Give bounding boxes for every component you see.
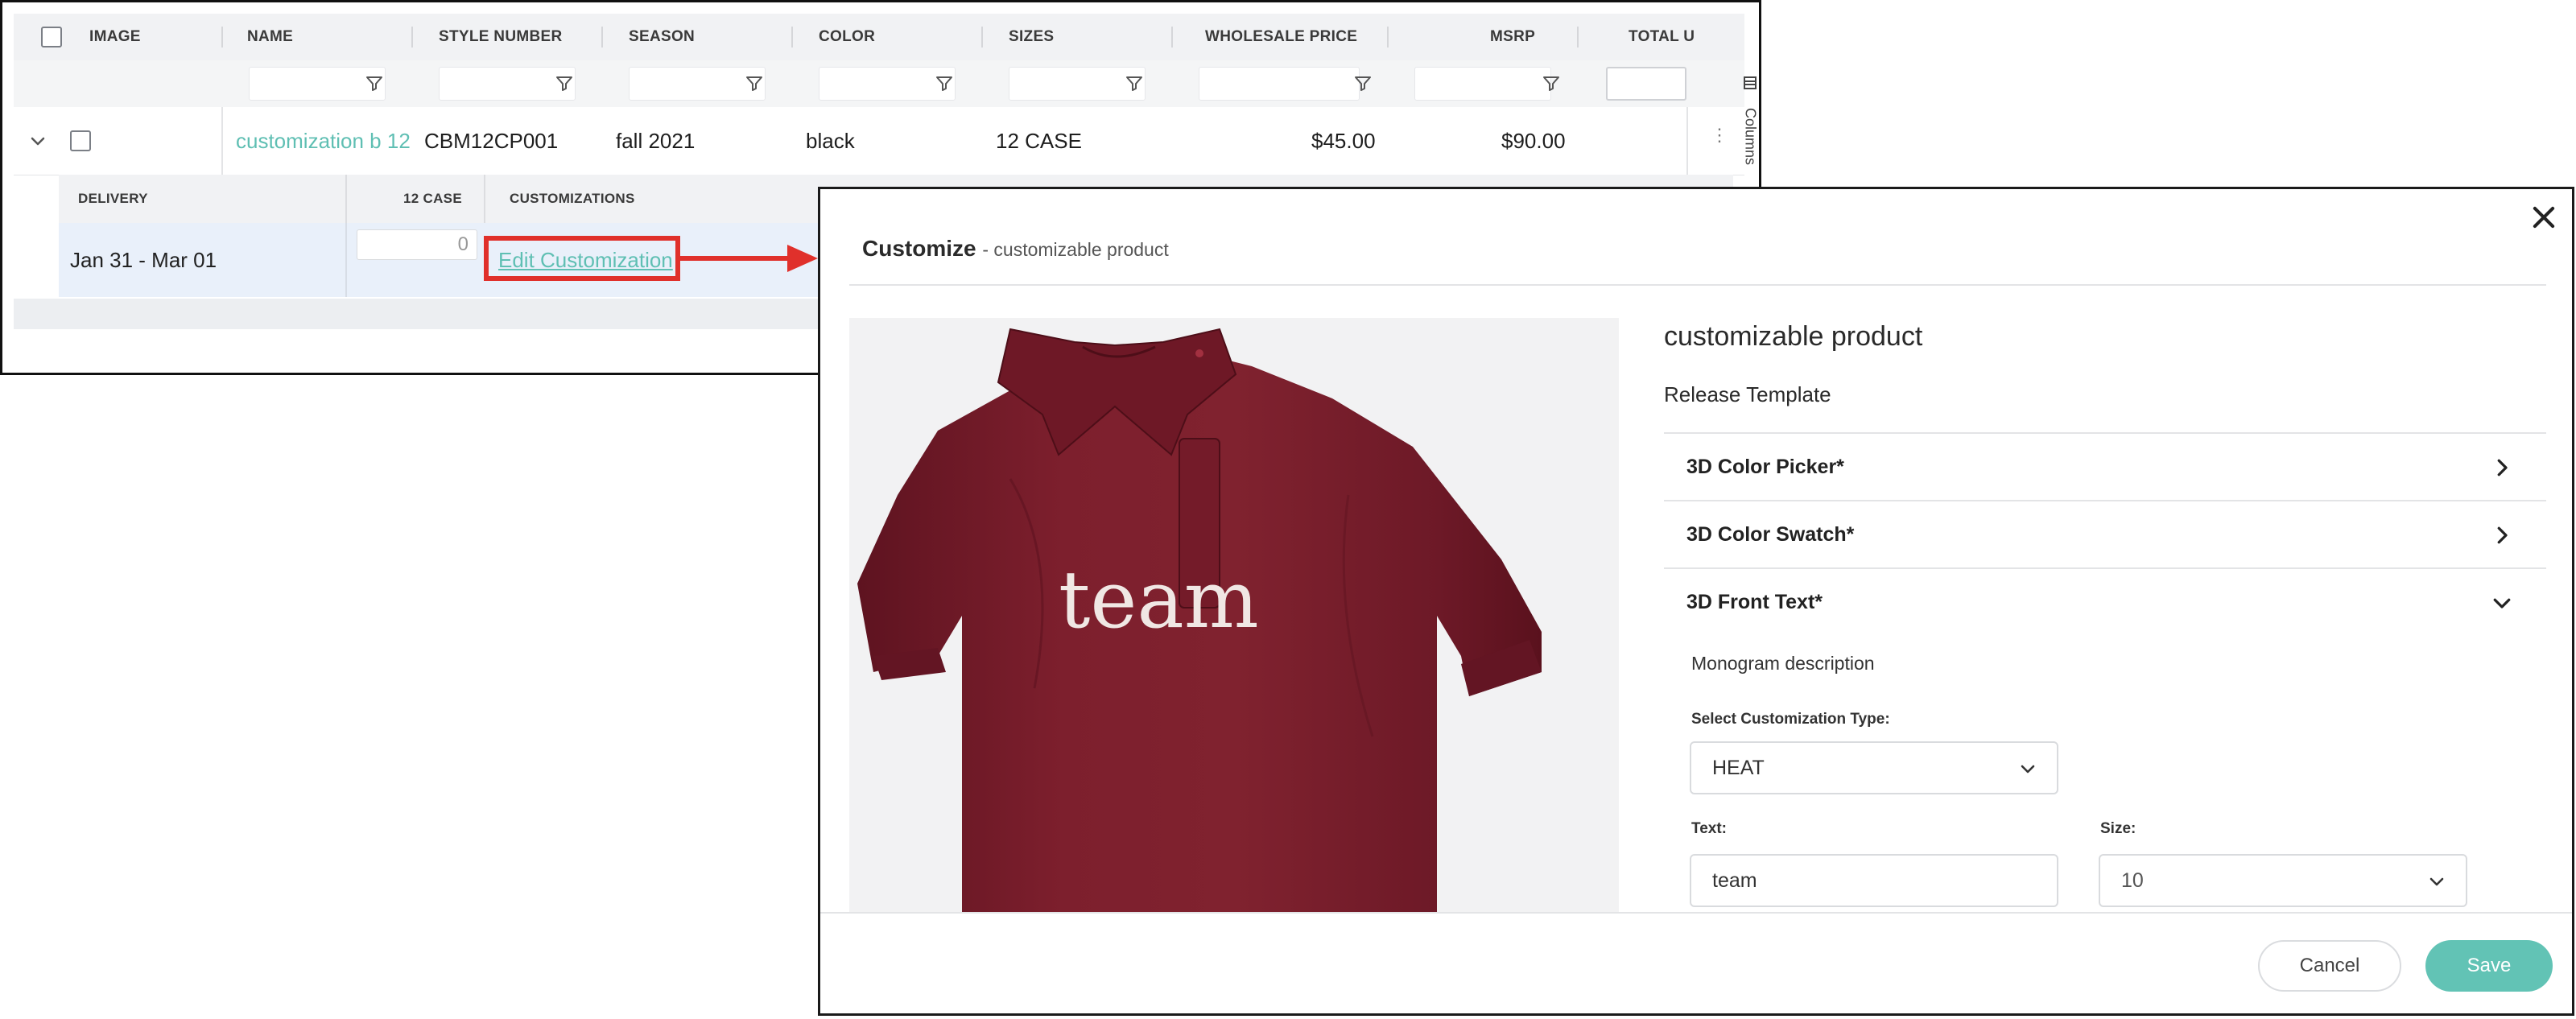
- chevron-down-icon: [2429, 877, 2444, 886]
- header-separator: [411, 27, 413, 47]
- columns-tab-label: Columns: [1742, 107, 1759, 166]
- text-label: Text:: [1691, 820, 1727, 837]
- accordion-3d-color-picker[interactable]: 3D Color Picker*: [1664, 432, 2546, 500]
- template-name: Release Template: [1664, 382, 1831, 406]
- sizes-cell: 12 CASE: [996, 129, 1082, 153]
- header-separator: [791, 27, 793, 47]
- delivery-dates: Jan 31 - Mar 01: [70, 248, 217, 272]
- chevron-right-icon: [2497, 526, 2508, 544]
- filter-icon[interactable]: [1125, 74, 1144, 93]
- header-style-number[interactable]: STYLE NUMBER: [439, 14, 563, 60]
- save-button[interactable]: Save: [2425, 940, 2553, 992]
- size-value: 10: [2121, 869, 2144, 892]
- quantity-value: 0: [457, 233, 469, 255]
- column-divider: [221, 107, 223, 175]
- header-separator: [1171, 27, 1173, 47]
- row-menu-icon[interactable]: ⋮: [1711, 125, 1728, 146]
- cancel-button[interactable]: Cancel: [2258, 940, 2401, 992]
- product-name: customizable product: [1664, 321, 1923, 352]
- close-icon[interactable]: [2529, 202, 2559, 233]
- columns-icon: [1744, 76, 1757, 89]
- size-label: Size:: [2100, 820, 2136, 837]
- filter-icon[interactable]: [935, 74, 954, 93]
- subheader-size: 12 CASE: [403, 191, 462, 206]
- customization-type-label: Select Customization Type:: [1691, 711, 1890, 728]
- filter-total-input[interactable]: [1606, 67, 1686, 101]
- subheader-delivery: DELIVERY: [78, 191, 148, 206]
- columns-tool-panel-tab[interactable]: Columns: [1738, 76, 1759, 181]
- header-msrp[interactable]: MSRP: [1490, 14, 1535, 60]
- column-divider: [484, 175, 485, 223]
- grid-header: IMAGE NAME STYLE NUMBER SEASON COLOR SIZ…: [14, 14, 1744, 61]
- subheader-customizations: CUSTOMIZATIONS: [510, 191, 635, 206]
- product-3d-preview[interactable]: team: [849, 318, 1619, 912]
- product-name-link[interactable]: customization b 12: [236, 107, 411, 175]
- chevron-down-icon: [2493, 598, 2511, 609]
- color-cell: black: [806, 129, 855, 153]
- chevron-down-icon[interactable]: [28, 131, 47, 151]
- table-row[interactable]: customization b 12 CBM12CP001 fall 2021 …: [14, 107, 1744, 175]
- highlight-box: [484, 236, 680, 281]
- customization-type-select[interactable]: HEAT: [1690, 741, 2058, 794]
- customize-modal: Customize - customizable product team cu…: [818, 187, 2574, 1016]
- filter-row: [14, 60, 1744, 108]
- size-select[interactable]: 10: [2099, 854, 2467, 907]
- column-divider: [345, 223, 347, 297]
- chevron-right-icon: [2497, 459, 2508, 476]
- header-separator: [1577, 27, 1579, 47]
- modal-title: Customize - customizable product: [862, 236, 1169, 262]
- filter-icon[interactable]: [1353, 74, 1373, 93]
- msrp-cell: $90.00: [1501, 129, 1566, 153]
- header-total-units[interactable]: TOTAL U: [1629, 14, 1695, 60]
- accordion-label: 3D Front Text*: [1686, 591, 1823, 613]
- header-wholesale-price[interactable]: WHOLESALE PRICE: [1205, 14, 1357, 60]
- header-separator: [221, 27, 223, 47]
- modal-subtitle: - customizable product: [982, 239, 1169, 260]
- monogram-description: Monogram description: [1691, 653, 1875, 674]
- filter-icon[interactable]: [555, 74, 574, 93]
- accordion-label: 3D Color Picker*: [1686, 456, 1844, 478]
- header-separator: [601, 27, 603, 47]
- accordion-3d-front-text[interactable]: 3D Front Text*: [1664, 567, 2546, 635]
- filter-icon[interactable]: [1542, 74, 1561, 93]
- wholesale-price-cell: $45.00: [1311, 129, 1376, 153]
- header-color[interactable]: COLOR: [819, 14, 875, 60]
- header-image[interactable]: IMAGE: [89, 14, 141, 60]
- column-divider: [345, 175, 347, 223]
- header-separator: [981, 27, 983, 47]
- season-cell: fall 2021: [616, 129, 696, 153]
- header-sizes[interactable]: SIZES: [1009, 14, 1054, 60]
- header-name[interactable]: NAME: [247, 14, 293, 60]
- style-number-cell: CBM12CP001: [424, 129, 559, 153]
- filter-wholesale-input[interactable]: [1199, 67, 1360, 101]
- filter-icon[interactable]: [745, 74, 764, 93]
- customization-type-value: HEAT: [1712, 757, 1765, 779]
- accordion-3d-color-swatch[interactable]: 3D Color Swatch*: [1664, 500, 2546, 567]
- header-season[interactable]: SEASON: [629, 14, 695, 60]
- filter-msrp-input[interactable]: [1414, 67, 1551, 101]
- row-checkbox[interactable]: [70, 130, 91, 151]
- accordion-label: 3D Color Swatch*: [1686, 523, 1855, 546]
- header-divider: [849, 284, 2546, 286]
- polo-shirt-image: team: [857, 328, 1542, 912]
- shirt-print-text: team: [1059, 555, 1259, 646]
- modal-title-text: Customize: [862, 236, 976, 261]
- column-divider: [1686, 107, 1688, 175]
- chevron-down-icon: [2021, 765, 2035, 774]
- header-separator: [1387, 27, 1389, 47]
- select-all-checkbox[interactable]: [41, 27, 62, 47]
- filter-icon[interactable]: [365, 74, 384, 93]
- callout-arrowhead: [787, 245, 818, 272]
- callout-arrow: [680, 256, 789, 261]
- footer-divider: [820, 912, 2572, 914]
- quantity-input[interactable]: 0: [357, 229, 477, 260]
- text-input-value: team: [1712, 869, 1757, 892]
- text-input[interactable]: team: [1690, 854, 2058, 907]
